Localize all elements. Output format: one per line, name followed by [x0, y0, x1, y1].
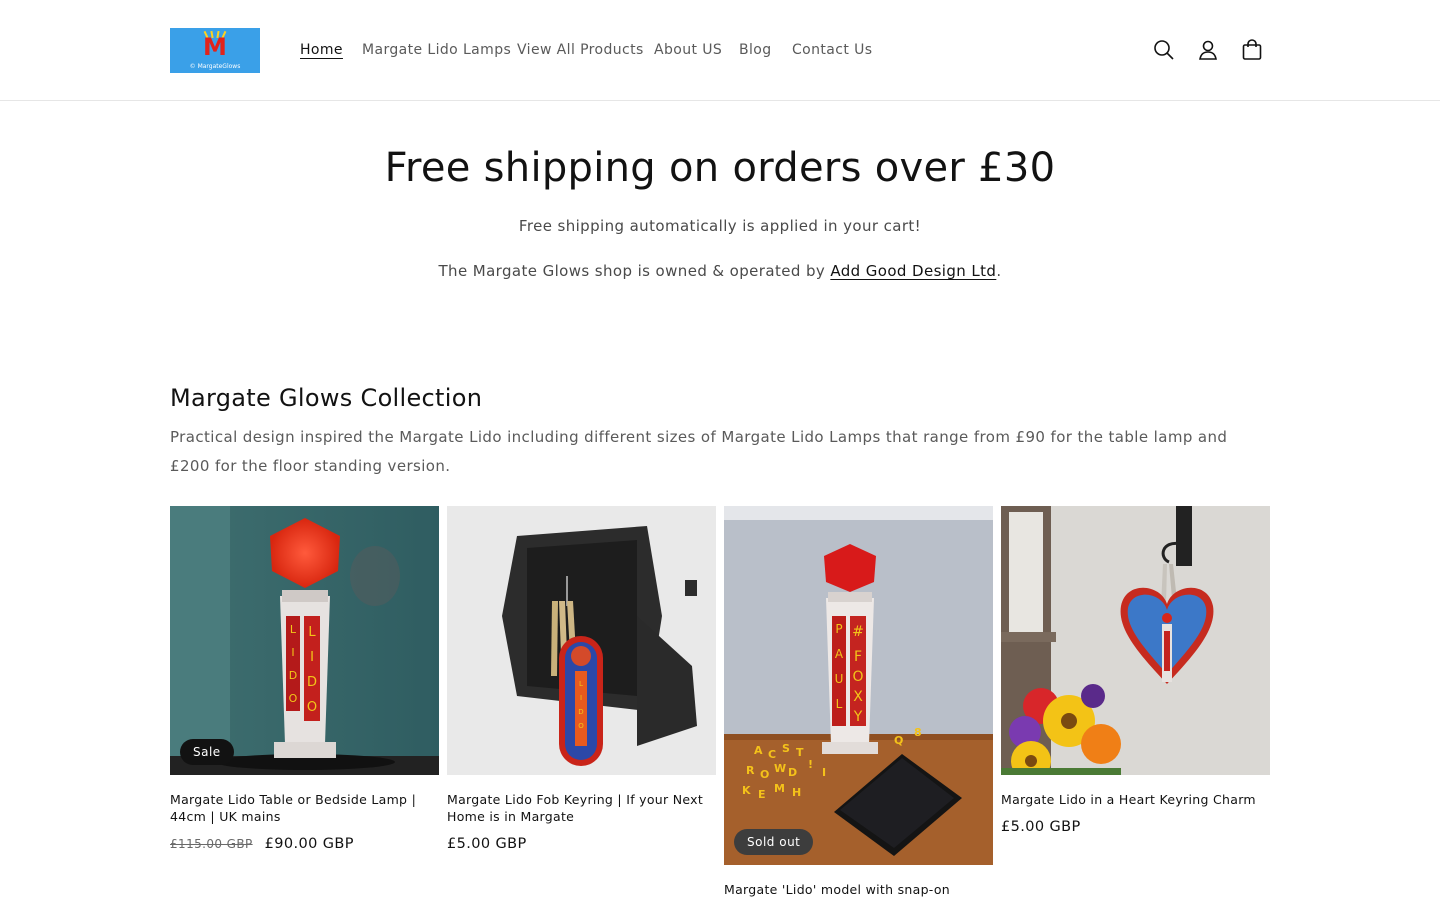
cart-icon[interactable]: [1239, 37, 1265, 63]
site-header: M © MargateGlows Home Margate Lido Lamps…: [0, 0, 1440, 101]
site-logo[interactable]: M © MargateGlows: [170, 28, 260, 73]
svg-text:D: D: [788, 766, 797, 779]
nav-about-us[interactable]: About US: [654, 40, 722, 60]
owner-prefix: The Margate Glows shop is owned & operat…: [438, 262, 831, 280]
search-icon[interactable]: [1151, 37, 1177, 63]
svg-text:R: R: [746, 764, 755, 777]
product-image[interactable]: P A U L # F O X Y ACST ROWD KEMH ! I Q 8 So…: [724, 506, 993, 865]
lido-lamp-photo: L I D O L I D O: [170, 506, 439, 775]
nav-view-all-products[interactable]: View All Products: [517, 40, 644, 60]
nav-home[interactable]: Home: [300, 40, 343, 60]
heart-keyring-photo: [1001, 506, 1270, 775]
svg-text:#: #: [852, 624, 864, 640]
svg-text:O: O: [307, 700, 317, 715]
product-title[interactable]: Margate Lido Table or Bedside Lamp | 44c…: [170, 791, 439, 825]
svg-text:S: S: [782, 742, 790, 755]
product-title[interactable]: Margate Lido in a Heart Keyring Charm: [1001, 791, 1270, 808]
svg-text:C: C: [768, 748, 776, 761]
product-card[interactable]: Margate Lido in a Heart Keyring Charm £5…: [1001, 506, 1270, 837]
svg-text:I: I: [310, 650, 314, 665]
svg-text:T: T: [796, 746, 804, 759]
product-image[interactable]: L I D O L I D O Sale: [170, 506, 439, 775]
collection-description: Practical design inspired the Margate Li…: [170, 428, 1228, 475]
svg-text:D: D: [307, 675, 317, 690]
banner-owner-line: The Margate Glows shop is owned & operat…: [0, 259, 1440, 283]
svg-text:W: W: [774, 762, 786, 775]
lido-model-photo: P A U L # F O X Y ACST ROWD KEMH !IQ8: [724, 506, 993, 865]
svg-text:L: L: [308, 625, 316, 640]
product-title[interactable]: Margate Lido Fob Keyring | If your Next …: [447, 791, 716, 825]
svg-text:A: A: [835, 647, 844, 661]
logo-subtext: © MargateGlows: [189, 63, 241, 70]
keyring-fob-photo: L I D O: [447, 506, 716, 775]
svg-text:A: A: [754, 744, 763, 757]
svg-text:M: M: [774, 782, 785, 795]
sold-out-badge: Sold out: [734, 829, 814, 855]
nav-blog[interactable]: Blog: [739, 40, 772, 60]
svg-text:I: I: [822, 766, 826, 779]
product-title[interactable]: Margate 'Lido' model with snap-on letter…: [724, 881, 993, 900]
owner-link[interactable]: Add Good Design Ltd: [830, 262, 996, 280]
product-card[interactable]: P A U L # F O X Y ACST ROWD KEMH ! I Q 8 So…: [724, 506, 993, 900]
svg-text:I: I: [291, 646, 294, 659]
owner-suffix: .: [996, 262, 1002, 280]
svg-text:Q: Q: [894, 734, 903, 747]
banner-subtext: Free shipping automatically is applied i…: [518, 217, 922, 235]
svg-text:X: X: [853, 689, 863, 705]
svg-text:!: !: [808, 758, 813, 771]
svg-text:K: K: [742, 784, 751, 797]
svg-text:I: I: [580, 694, 582, 702]
product-price: £5.00 GBP: [447, 836, 527, 852]
price-regular: £115.00 GBP: [170, 837, 253, 851]
svg-text:8: 8: [914, 726, 922, 739]
svg-text:D: D: [289, 669, 297, 682]
account-icon[interactable]: [1195, 37, 1221, 63]
svg-text:O: O: [578, 722, 584, 730]
sale-badge: Sale: [180, 739, 234, 765]
svg-text:Y: Y: [853, 709, 863, 725]
nav-margate-lido-lamps[interactable]: Margate Lido Lamps: [362, 40, 511, 60]
nav-contact-us[interactable]: Contact Us: [792, 40, 872, 60]
svg-text:E: E: [758, 788, 766, 801]
svg-text:L: L: [290, 623, 297, 636]
svg-text:D: D: [578, 708, 583, 716]
banner-title: Free shipping on orders over £30: [384, 145, 1056, 191]
product-card[interactable]: L I D O Margate Lido Fob Keyring | If yo…: [447, 506, 716, 854]
price-sale: £90.00 GBP: [264, 836, 354, 852]
svg-text:O: O: [760, 768, 769, 781]
svg-text:O: O: [289, 692, 298, 705]
svg-text:H: H: [792, 786, 801, 799]
collection-title: Margate Glows Collection: [170, 384, 483, 412]
product-price: £115.00 GBP £90.00 GBP: [170, 834, 439, 854]
product-image[interactable]: [1001, 506, 1270, 775]
svg-text:L: L: [579, 680, 583, 688]
svg-text:U: U: [835, 672, 844, 686]
svg-text:O: O: [852, 669, 863, 685]
product-image[interactable]: L I D O: [447, 506, 716, 775]
svg-text:F: F: [854, 649, 862, 665]
logo-letter: M: [203, 33, 227, 61]
svg-text:L: L: [836, 697, 843, 711]
svg-text:P: P: [835, 622, 842, 636]
product-price: £5.00 GBP: [1001, 819, 1081, 835]
product-card[interactable]: L I D O L I D O Sale Margate Lido Table …: [170, 506, 439, 854]
